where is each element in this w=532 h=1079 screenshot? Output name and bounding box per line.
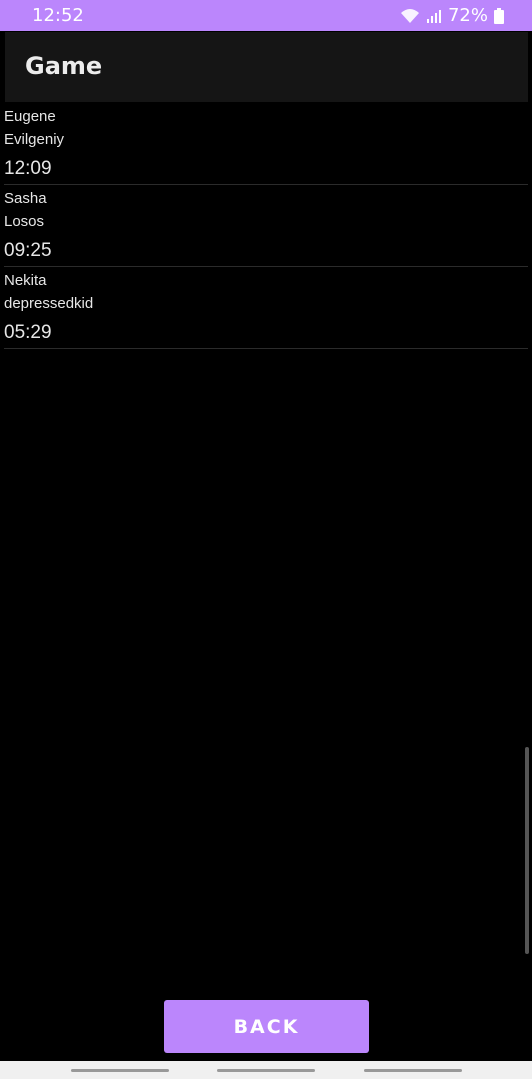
navigation-bar <box>0 1061 532 1079</box>
player-nickname: Losos <box>4 213 45 230</box>
list-item[interactable]: Nekita depressedkid 05:29 <box>4 267 528 349</box>
battery-percent: 72% <box>447 5 488 26</box>
app-bar: Game <box>5 32 528 102</box>
status-bar: 12:52 72% <box>0 0 532 31</box>
player-name: Sasha <box>4 190 47 207</box>
player-name: Eugene <box>4 108 56 125</box>
back-button[interactable]: BACK <box>164 1000 369 1053</box>
list-item[interactable]: Eugene Evilgeniy 12:09 <box>4 103 528 185</box>
status-icons: 72% <box>400 5 504 26</box>
battery-icon <box>494 7 504 24</box>
player-nickname: depressedkid <box>4 295 94 312</box>
player-nickname: Evilgeniy <box>4 131 65 148</box>
scrollbar[interactable] <box>525 747 529 954</box>
score-list: Eugene Evilgeniy 12:09 Sasha Losos 09:25… <box>0 103 532 349</box>
signal-icon <box>426 8 442 24</box>
player-time: 12:09 <box>4 158 52 179</box>
page-title: Game <box>25 52 103 80</box>
player-name: Nekita <box>4 272 47 289</box>
status-time: 12:52 <box>32 5 84 26</box>
player-time: 09:25 <box>4 240 52 261</box>
player-time: 05:29 <box>4 322 52 343</box>
home-button[interactable] <box>217 1069 315 1072</box>
wifi-icon <box>400 8 420 24</box>
back-nav-button[interactable] <box>364 1069 462 1072</box>
list-item[interactable]: Sasha Losos 09:25 <box>4 185 528 267</box>
recent-apps-button[interactable] <box>71 1069 169 1072</box>
